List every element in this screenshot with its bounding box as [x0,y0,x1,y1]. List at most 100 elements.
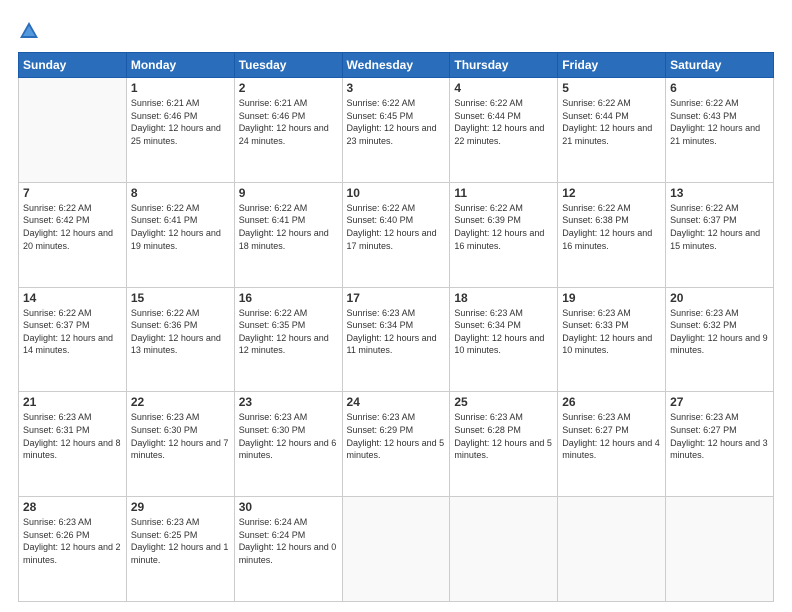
day-number: 24 [347,395,446,409]
calendar-cell [342,497,450,602]
day-info: Sunrise: 6:22 AMSunset: 6:35 PMDaylight:… [239,307,338,357]
calendar-cell: 10Sunrise: 6:22 AMSunset: 6:40 PMDayligh… [342,182,450,287]
day-info: Sunrise: 6:22 AMSunset: 6:44 PMDaylight:… [454,97,553,147]
day-info: Sunrise: 6:22 AMSunset: 6:43 PMDaylight:… [670,97,769,147]
day-number: 23 [239,395,338,409]
calendar-week-row: 1 Sunrise: 6:21 AMSunset: 6:46 PMDaylight… [19,78,774,183]
calendar-cell: 29Sunrise: 6:23 AMSunset: 6:25 PMDayligh… [126,497,234,602]
day-number: 30 [239,500,338,514]
day-info: Sunrise: 6:22 AMSunset: 6:42 PMDaylight:… [23,202,122,252]
day-info: Sunrise: 6:22 AMSunset: 6:45 PMDaylight:… [347,97,446,147]
day-info: Sunrise: 6:22 AMSunset: 6:37 PMDaylight:… [670,202,769,252]
calendar-cell: 7 Sunrise: 6:22 AMSunset: 6:42 PMDaylight… [19,182,127,287]
calendar-cell: 13 Sunrise: 6:22 AMSunset: 6:37 PMDayligh… [666,182,774,287]
day-number: 20 [670,291,769,305]
weekday-header: Sunday [19,53,127,78]
day-number: 2 [239,81,338,95]
day-info: Sunrise: 6:23 AMSunset: 6:27 PMDaylight:… [562,411,661,461]
day-number: 27 [670,395,769,409]
day-number: 17 [347,291,446,305]
day-number: 26 [562,395,661,409]
logo-icon [18,20,40,42]
calendar-cell [19,78,127,183]
calendar-cell: 21 Sunrise: 6:23 AMSunset: 6:31 PMDayligh… [19,392,127,497]
day-info: Sunrise: 6:22 AMSunset: 6:41 PMDaylight:… [239,202,338,252]
calendar-cell: 6 Sunrise: 6:22 AMSunset: 6:43 PMDaylight… [666,78,774,183]
calendar-week-row: 21 Sunrise: 6:23 AMSunset: 6:31 PMDayligh… [19,392,774,497]
day-number: 15 [131,291,230,305]
day-number: 13 [670,186,769,200]
calendar-table: SundayMondayTuesdayWednesdayThursdayFrid… [18,52,774,602]
day-info: Sunrise: 6:23 AMSunset: 6:32 PMDaylight:… [670,307,769,357]
calendar-cell: 5 Sunrise: 6:22 AMSunset: 6:44 PMDaylight… [558,78,666,183]
day-number: 12 [562,186,661,200]
day-info: Sunrise: 6:22 AMSunset: 6:39 PMDaylight:… [454,202,553,252]
day-number: 22 [131,395,230,409]
day-info: Sunrise: 6:23 AMSunset: 6:33 PMDaylight:… [562,307,661,357]
day-number: 11 [454,186,553,200]
calendar-cell: 28 Sunrise: 6:23 AMSunset: 6:26 PMDayligh… [19,497,127,602]
calendar-cell: 12 Sunrise: 6:22 AMSunset: 6:38 PMDayligh… [558,182,666,287]
calendar-cell [450,497,558,602]
calendar-cell: 27 Sunrise: 6:23 AMSunset: 6:27 PMDayligh… [666,392,774,497]
day-number: 3 [347,81,446,95]
day-info: Sunrise: 6:23 AMSunset: 6:30 PMDaylight:… [239,411,338,461]
day-number: 14 [23,291,122,305]
day-number: 1 [131,81,230,95]
weekday-header: Monday [126,53,234,78]
day-info: Sunrise: 6:22 AMSunset: 6:37 PMDaylight:… [23,307,122,357]
day-info: Sunrise: 6:22 AMSunset: 6:41 PMDaylight:… [131,202,230,252]
day-number: 8 [131,186,230,200]
day-number: 28 [23,500,122,514]
day-number: 7 [23,186,122,200]
day-info: Sunrise: 6:23 AMSunset: 6:30 PMDaylight:… [131,411,230,461]
calendar-cell: 25 Sunrise: 6:23 AMSunset: 6:28 PMDayligh… [450,392,558,497]
day-info: Sunrise: 6:23 AMSunset: 6:28 PMDaylight:… [454,411,553,461]
day-info: Sunrise: 6:23 AMSunset: 6:34 PMDaylight:… [347,307,446,357]
day-info: Sunrise: 6:23 AMSunset: 6:34 PMDaylight:… [454,307,553,357]
calendar-cell: 23 Sunrise: 6:23 AMSunset: 6:30 PMDayligh… [234,392,342,497]
calendar-cell: 11 Sunrise: 6:22 AMSunset: 6:39 PMDayligh… [450,182,558,287]
weekday-header: Friday [558,53,666,78]
day-number: 21 [23,395,122,409]
calendar-cell: 2 Sunrise: 6:21 AMSunset: 6:46 PMDaylight… [234,78,342,183]
day-number: 29 [131,500,230,514]
day-info: Sunrise: 6:24 AMSunset: 6:24 PMDaylight:… [239,516,338,566]
day-info: Sunrise: 6:23 AMSunset: 6:26 PMDaylight:… [23,516,122,566]
calendar-cell: 4 Sunrise: 6:22 AMSunset: 6:44 PMDaylight… [450,78,558,183]
day-info: Sunrise: 6:21 AMSunset: 6:46 PMDaylight:… [239,97,338,147]
day-number: 6 [670,81,769,95]
day-number: 18 [454,291,553,305]
day-number: 10 [347,186,446,200]
weekday-header: Tuesday [234,53,342,78]
weekday-header: Saturday [666,53,774,78]
page: SundayMondayTuesdayWednesdayThursdayFrid… [0,0,792,612]
day-number: 5 [562,81,661,95]
day-info: Sunrise: 6:23 AMSunset: 6:31 PMDaylight:… [23,411,122,461]
weekday-header: Wednesday [342,53,450,78]
weekday-header: Thursday [450,53,558,78]
calendar-cell: 16Sunrise: 6:22 AMSunset: 6:35 PMDayligh… [234,287,342,392]
calendar-cell: 26 Sunrise: 6:23 AMSunset: 6:27 PMDayligh… [558,392,666,497]
day-info: Sunrise: 6:23 AMSunset: 6:27 PMDaylight:… [670,411,769,461]
day-info: Sunrise: 6:22 AMSunset: 6:44 PMDaylight:… [562,97,661,147]
header [18,18,774,42]
calendar-cell: 8 Sunrise: 6:22 AMSunset: 6:41 PMDaylight… [126,182,234,287]
calendar-week-row: 14 Sunrise: 6:22 AMSunset: 6:37 PMDayligh… [19,287,774,392]
calendar-cell: 30 Sunrise: 6:24 AMSunset: 6:24 PMDayligh… [234,497,342,602]
day-number: 9 [239,186,338,200]
day-info: Sunrise: 6:22 AMSunset: 6:38 PMDaylight:… [562,202,661,252]
calendar-cell: 14 Sunrise: 6:22 AMSunset: 6:37 PMDayligh… [19,287,127,392]
calendar-week-row: 7 Sunrise: 6:22 AMSunset: 6:42 PMDaylight… [19,182,774,287]
calendar-cell: 9 Sunrise: 6:22 AMSunset: 6:41 PMDaylight… [234,182,342,287]
day-number: 25 [454,395,553,409]
calendar-cell: 24 Sunrise: 6:23 AMSunset: 6:29 PMDayligh… [342,392,450,497]
calendar-cell: 15 Sunrise: 6:22 AMSunset: 6:36 PMDayligh… [126,287,234,392]
calendar-cell: 17 Sunrise: 6:23 AMSunset: 6:34 PMDayligh… [342,287,450,392]
day-info: Sunrise: 6:23 AMSunset: 6:29 PMDaylight:… [347,411,446,461]
calendar-cell: 3 Sunrise: 6:22 AMSunset: 6:45 PMDaylight… [342,78,450,183]
day-number: 4 [454,81,553,95]
day-info: Sunrise: 6:22 AMSunset: 6:36 PMDaylight:… [131,307,230,357]
calendar-cell: 22 Sunrise: 6:23 AMSunset: 6:30 PMDayligh… [126,392,234,497]
day-number: 19 [562,291,661,305]
